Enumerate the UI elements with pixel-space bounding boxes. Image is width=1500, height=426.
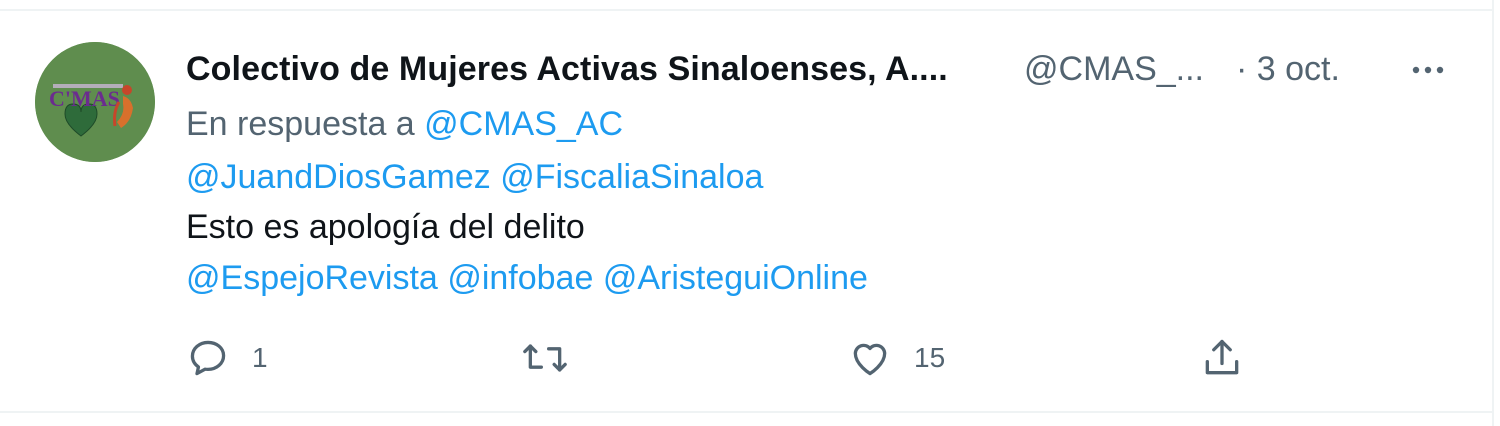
tweet-text: Esto es apología del delito bbox=[186, 208, 585, 246]
like-button[interactable]: 15 bbox=[848, 333, 945, 383]
avatar[interactable]: C'MAS bbox=[35, 42, 155, 162]
reply-count: 1 bbox=[252, 342, 268, 373]
reply-prefix: En respuesta a bbox=[186, 105, 415, 143]
mention-link[interactable]: @infobae bbox=[447, 259, 593, 297]
reply-to-handle[interactable]: @CMAS_AC bbox=[424, 105, 623, 143]
tweet-date[interactable]: · 3 oct. bbox=[1236, 46, 1340, 92]
mention-link[interactable]: @EspejoRevista bbox=[186, 259, 438, 297]
retweet-button[interactable] bbox=[520, 333, 592, 383]
action-bar: 1 15 bbox=[186, 333, 1286, 383]
heart-icon bbox=[853, 343, 887, 376]
tweet-card[interactable]: C'MAS Colectivo de Mujeres Activas Sinal… bbox=[0, 0, 1500, 426]
bottom-divider bbox=[0, 411, 1492, 413]
retweet-icon bbox=[523, 344, 567, 372]
reply-icon bbox=[190, 340, 226, 376]
top-divider bbox=[0, 9, 1492, 11]
share-icon bbox=[1205, 339, 1239, 375]
like-count: 15 bbox=[914, 342, 946, 373]
mention-link[interactable]: @JuandDiosGamez bbox=[186, 158, 491, 196]
share-button[interactable] bbox=[1200, 333, 1266, 383]
mentions-line-1: @JuandDiosGamez @FiscaliaSinaloa bbox=[186, 154, 763, 200]
mention-link[interactable]: @AristeguiOnline bbox=[603, 259, 868, 297]
right-divider bbox=[1492, 0, 1494, 426]
reply-context: En respuesta a @CMAS_AC bbox=[186, 101, 623, 147]
author-handle[interactable]: @CMAS_... bbox=[1024, 46, 1204, 92]
tweet-header: Colectivo de Mujeres Activas Sinaloenses… bbox=[186, 46, 1466, 92]
mentions-line-2: @EspejoRevista @infobae @AristeguiOnline bbox=[186, 255, 868, 301]
author-display-name[interactable]: Colectivo de Mujeres Activas Sinaloenses… bbox=[186, 46, 948, 92]
more-horizontal-icon bbox=[1412, 66, 1444, 74]
more-button[interactable] bbox=[1408, 50, 1448, 90]
avatar-logo: C'MAS bbox=[35, 42, 155, 162]
avatar-text: C'MAS bbox=[49, 86, 120, 111]
reply-button[interactable]: 1 bbox=[186, 333, 268, 383]
mention-link[interactable]: @FiscaliaSinaloa bbox=[500, 158, 763, 196]
